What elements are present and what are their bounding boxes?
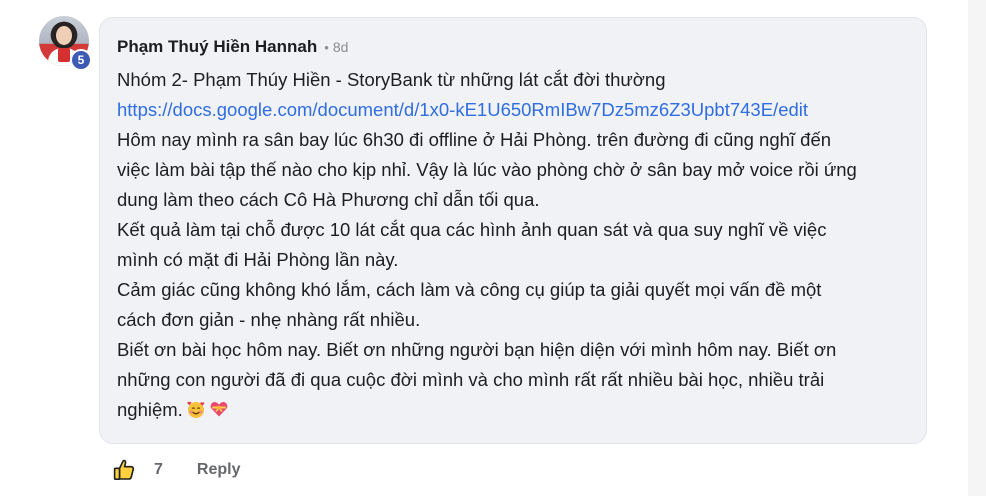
comment-body: Nhóm 2- Phạm Thúy Hiền - StoryBank từ nh…	[117, 65, 917, 425]
comment-line: Kết quả làm tại chỗ được 10 lát cắt qua …	[117, 219, 827, 240]
comment-actions: 7 Reply	[112, 456, 240, 484]
comment-header: Phạm Thuý Hiền Hannah • 8d	[117, 37, 348, 57]
comment-line: việc làm bài tập thế nào cho kịp nhỉ. Vậ…	[117, 159, 857, 180]
author-name[interactable]: Phạm Thuý Hiền Hannah	[117, 37, 317, 57]
comment-line: Cảm giác cũng không khó lắm, cách làm và…	[117, 279, 822, 300]
right-edge-strip	[968, 0, 986, 496]
comment-line: Nhóm 2- Phạm Thúy Hiền - StoryBank từ nh…	[117, 69, 666, 90]
comment-line: Biết ơn bài học hôm nay. Biết ơn những n…	[117, 339, 837, 360]
comment-line: Hôm nay mình ra sân bay lúc 6h30 đi offl…	[117, 129, 832, 150]
reply-button[interactable]: Reply	[197, 461, 241, 479]
like-count: 7	[154, 461, 163, 478]
smiling-face-with-hearts-icon	[187, 401, 205, 418]
comment-line: cách đơn giản - nhẹ nhàng rất nhiều.	[117, 309, 421, 330]
comment-line: mình có mặt đi Hải Phòng lần này.	[117, 249, 399, 270]
thumbs-up-icon[interactable]	[112, 458, 136, 482]
document-link[interactable]: https://docs.google.com/document/d/1x0-k…	[117, 99, 808, 120]
comment-line: dung làm theo cách Cô Hà Phương chỉ dẫn …	[117, 189, 540, 210]
level-badge: 5	[70, 49, 92, 71]
comment-timestamp[interactable]: 8d	[333, 39, 349, 55]
comment-bubble: Phạm Thuý Hiền Hannah • 8d Nhóm 2- Phạm …	[99, 17, 927, 444]
comment-link-line: https://docs.google.com/document/d/1x0-k…	[117, 95, 917, 125]
heart-with-ribbon-icon	[210, 402, 228, 417]
comment-line: những con người đã đi qua cuộc đời mình …	[117, 369, 825, 390]
comment-last-line: nghiệm.	[117, 395, 917, 425]
avatar-scarf	[58, 48, 70, 62]
header-separator: •	[324, 40, 329, 55]
comment-line: nghiệm.	[117, 399, 183, 420]
avatar-face	[56, 26, 72, 45]
